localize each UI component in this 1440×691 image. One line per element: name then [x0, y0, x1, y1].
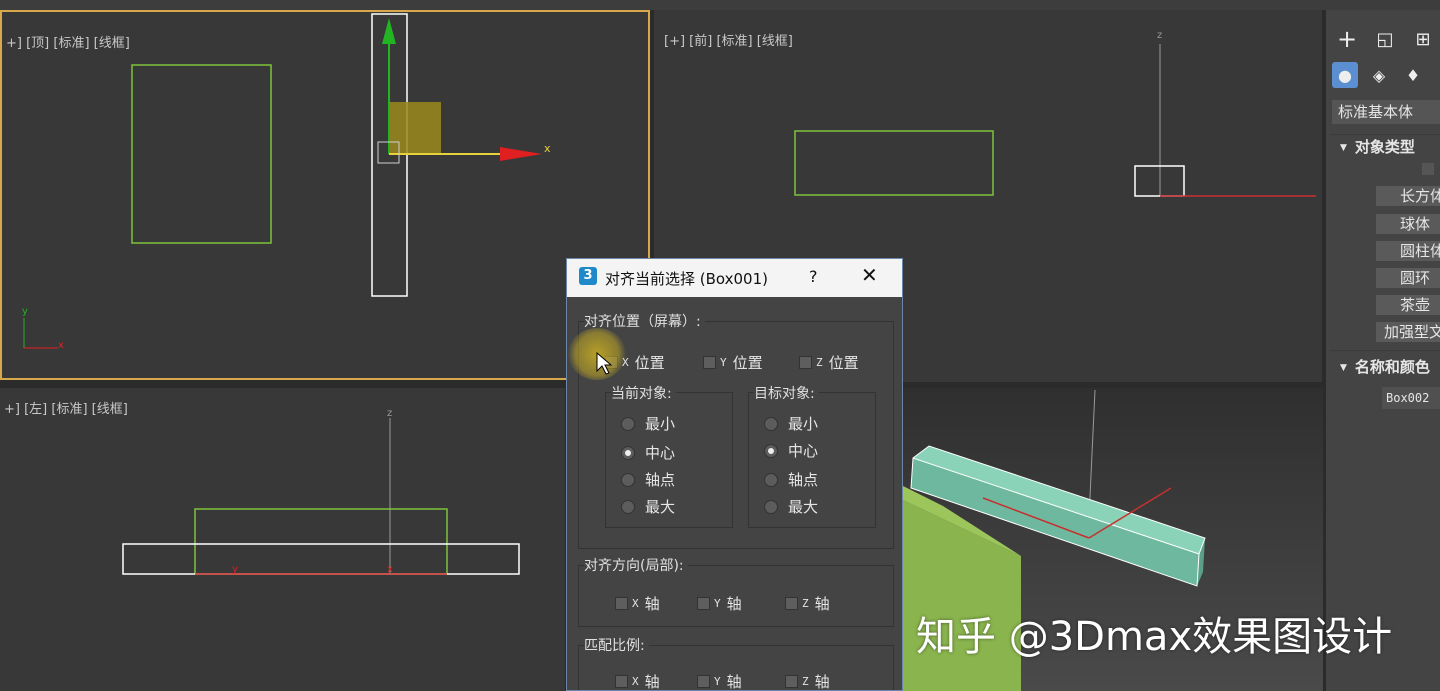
gizmo-y-arrow	[382, 18, 396, 44]
green-box-outline	[131, 64, 272, 244]
current-max-radio[interactable]: 最大	[621, 496, 675, 517]
orient-x-checkbox[interactable]: X轴	[615, 593, 660, 614]
viewport-top[interactable]: +] [顶] [标准] [线框] x y x	[0, 10, 650, 380]
viewport-left[interactable]: +] [左] [标准] [线框] z y x	[0, 388, 565, 691]
scale-x-checkbox[interactable]: X轴	[615, 671, 660, 690]
left-x-letter: x	[387, 564, 393, 575]
help-button[interactable]: ?	[809, 267, 818, 286]
main-toolbar-strip	[0, 0, 1440, 10]
app-logo-icon: 3	[579, 267, 597, 285]
target-min-radio[interactable]: 最小	[764, 413, 818, 434]
orient-z-checkbox[interactable]: Z轴	[785, 593, 830, 614]
viewport-left-scene	[122, 418, 520, 575]
camera-icon[interactable]: ■	[1434, 62, 1440, 88]
viewport-top-scene	[23, 13, 542, 349]
rollout-object-type-label: 对象类型	[1354, 138, 1415, 156]
watermark-text: 知乎 @3Dmax效果图设计	[916, 614, 1393, 660]
create-category-icons: ● ◈ ♦ ■	[1332, 62, 1440, 88]
object-button-text-plus[interactable]: 加强型文本	[1376, 322, 1440, 342]
command-panel: + ◱ ⊞ ● ◈ ♦ ■ 标准基本体 ▼对象类型 长方体 球体 圆柱体 圆环 …	[1326, 10, 1440, 691]
object-button-sphere[interactable]: 球体	[1376, 214, 1440, 234]
green-box-front	[794, 130, 994, 196]
object-name-field[interactable]: Box002	[1382, 387, 1440, 409]
world-axis-x-letter: x	[58, 340, 64, 351]
current-min-radio[interactable]: 最小	[621, 413, 675, 434]
target-center-radio[interactable]: 中心	[764, 440, 818, 461]
modify-icon[interactable]: ◱	[1370, 24, 1400, 54]
gizmo-x-letter: x	[544, 142, 551, 155]
target-max-radio[interactable]: 最大	[764, 496, 818, 517]
rollout-name-color-label: 名称和颜色	[1354, 358, 1430, 376]
mouse-cursor-icon	[596, 352, 612, 375]
object-button-teapot[interactable]: 茶壶	[1376, 295, 1440, 315]
light-bulb-icon[interactable]: ♦	[1400, 62, 1426, 88]
current-center-radio[interactable]: 中心	[621, 442, 675, 463]
match-scale-label: 匹配比例:	[584, 635, 649, 655]
world-axis-y-letter: y	[22, 306, 28, 317]
gizmo-x-arrow	[500, 147, 542, 161]
hierarchy-icon[interactable]: ⊞	[1408, 24, 1438, 54]
scale-z-checkbox[interactable]: Z轴	[785, 671, 830, 690]
align-selection-dialog: 3 对齐当前选择 (Box001) ? ✕ 对齐位置（屏幕）: X 位置 Y 位置 …	[566, 258, 903, 691]
close-button[interactable]: ✕	[861, 263, 878, 287]
checkbox-box	[703, 356, 716, 369]
beam-left	[122, 543, 520, 575]
left-z-letter: z	[387, 408, 393, 419]
rollout-triangle-icon: ▼	[1340, 362, 1347, 373]
orient-y-checkbox[interactable]: Y轴	[697, 593, 742, 614]
checkbox-box	[799, 356, 812, 369]
rollout-object-type[interactable]: ▼ 对象类型	[1340, 136, 1415, 157]
dialog-title: 对齐当前选择 (Box001)	[605, 270, 768, 288]
plus-icon[interactable]: +	[1332, 24, 1362, 54]
object-button-cylinder[interactable]: 圆柱体	[1376, 241, 1440, 261]
dialog-titlebar[interactable]: 3 对齐当前选择 (Box001) ? ✕	[567, 259, 902, 297]
z-position-checkbox[interactable]: Z 位置	[799, 352, 859, 373]
gizmo-xy-plane	[389, 102, 441, 154]
object-button-box[interactable]: 长方体	[1376, 186, 1440, 206]
scale-y-checkbox[interactable]: Y轴	[697, 671, 742, 690]
geometry-sphere-icon[interactable]: ●	[1332, 62, 1358, 88]
object-button-torus[interactable]: 圆环	[1376, 268, 1440, 288]
current-object-label: 当前对象:	[611, 383, 676, 403]
panel-separator	[1330, 350, 1440, 351]
align-orientation-label: 对齐方向(局部):	[584, 555, 688, 575]
target-object-label: 目标对象:	[754, 383, 819, 403]
target-pivot-radio[interactable]: 轴点	[764, 469, 818, 490]
shapes-icon[interactable]: ◈	[1366, 62, 1392, 88]
rollout-name-color[interactable]: ▼ 名称和颜色	[1340, 356, 1430, 377]
y-position-checkbox[interactable]: Y 位置	[703, 352, 763, 373]
left-y-letter: y	[232, 564, 238, 575]
autogrid-checkbox[interactable]	[1422, 163, 1434, 175]
current-pivot-radio[interactable]: 轴点	[621, 469, 675, 490]
front-z-letter: z	[1157, 30, 1163, 41]
command-panel-tabs: + ◱ ⊞	[1332, 24, 1438, 54]
rollout-triangle-icon: ▼	[1340, 142, 1347, 153]
panel-separator	[1330, 134, 1440, 135]
primitive-type-dropdown[interactable]: 标准基本体	[1332, 100, 1440, 124]
